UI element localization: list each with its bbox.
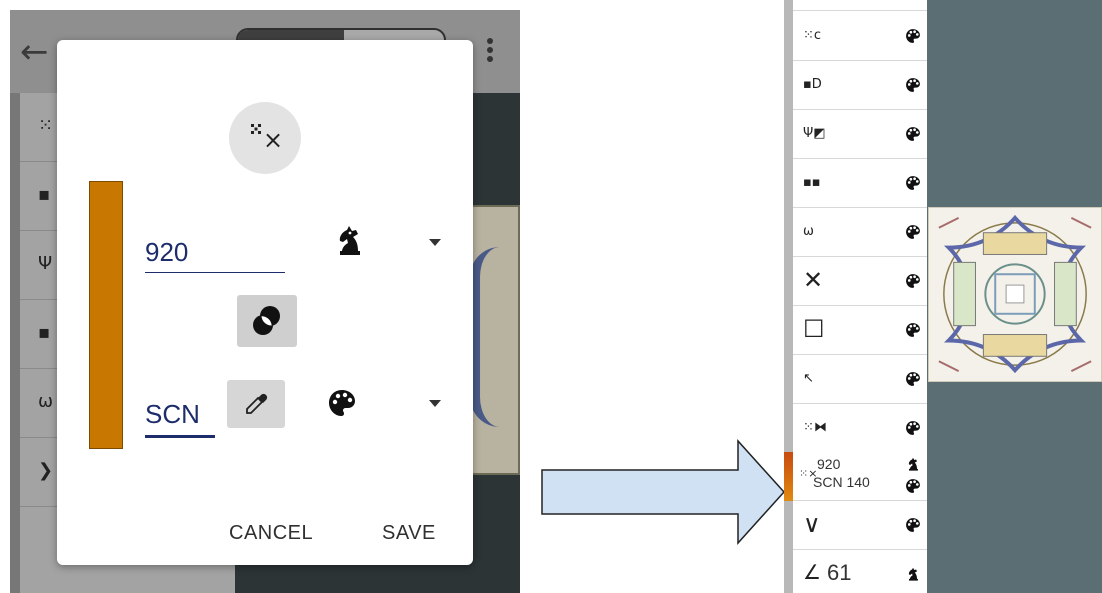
list-item[interactable]: ✕ (793, 257, 927, 306)
palette-icon[interactable] (327, 388, 357, 418)
palette-icon[interactable] (905, 77, 921, 93)
pattern-symbol-icon: × (229, 102, 301, 174)
row-glyph: ⁙ (38, 115, 54, 136)
list-item[interactable]: ▪▪ (793, 159, 927, 208)
edit-dialog: × 920 SCN CANCEL SAVE (57, 40, 473, 565)
row-glyph: ∨ (803, 510, 821, 538)
palette-icon[interactable] (905, 175, 921, 191)
knight-icon[interactable] (905, 456, 921, 472)
list-item[interactable]: Ψ◩ (793, 110, 927, 159)
palette-icon[interactable] (905, 371, 921, 387)
back-arrow-icon[interactable]: ← (20, 32, 60, 72)
row-glyph: ↖ (803, 371, 814, 386)
row-number: 61 (827, 560, 852, 585)
row-glyph: ⁙⧓ (803, 420, 827, 435)
row-glyph: ω (38, 391, 54, 412)
save-button[interactable]: SAVE (382, 522, 436, 545)
list-item[interactable]: ∨ (793, 501, 927, 550)
eyedropper-button[interactable] (227, 380, 285, 428)
row-glyph: ☐ (803, 315, 825, 343)
screenshot-stage: ← Edit ⁙ ▪ Ψ ▪ ω ❯ × (0, 0, 1102, 593)
row-glyph: Ψ (38, 253, 53, 274)
blend-button[interactable] (237, 295, 297, 347)
dot-pattern-icon (251, 124, 261, 134)
blend-icon (253, 306, 280, 335)
row-glyph: ▪D (803, 77, 822, 92)
palette-icon[interactable] (905, 28, 921, 44)
cross-icon: × (263, 126, 284, 154)
knight-icon[interactable] (331, 222, 367, 258)
palette-icon[interactable] (905, 126, 921, 142)
more-options-icon[interactable] (482, 35, 498, 71)
chevron-down-icon[interactable] (429, 239, 441, 246)
list-item[interactable]: ∠ 61 (793, 550, 927, 593)
chevron-down-icon[interactable] (429, 400, 441, 407)
row-code: SCN 140 (813, 474, 870, 490)
color-swatch[interactable] (89, 181, 123, 449)
selected-list-item[interactable]: 920 ⁙× SCN 140 (793, 452, 927, 501)
row-glyph: ❯ (38, 460, 54, 481)
row-glyph: ω (803, 224, 814, 239)
list-item[interactable] (793, 0, 927, 11)
row-glyph: ▪ (38, 322, 51, 343)
pattern-preview (928, 207, 1102, 382)
code-field[interactable]: SCN (145, 396, 215, 438)
list-item[interactable]: ▪D (793, 61, 927, 110)
list-item[interactable]: ⁙c (793, 12, 927, 61)
palette-icon[interactable] (905, 224, 921, 240)
number-field[interactable]: 920 (145, 235, 285, 273)
right-screen: ⁙c ▪D Ψ◩ ▪▪ ω ✕ ☐ ↖ ⁙⧓ 920 ⁙× SCN 140 ∨ … (784, 0, 1102, 593)
left-screen: ← Edit ⁙ ▪ Ψ ▪ ω ❯ × (10, 10, 520, 593)
cancel-button[interactable]: CANCEL (229, 522, 313, 545)
row-glyph: ▪ (38, 184, 51, 205)
mandala-image (938, 214, 1092, 374)
list-item[interactable]: ⁙⧓ (793, 404, 927, 453)
row-glyph: Ψ◩ (803, 126, 826, 141)
row-glyph: ✕ (803, 266, 824, 294)
transition-arrow-icon (541, 439, 786, 545)
knight-icon[interactable] (905, 566, 921, 582)
angle-icon: ∠ (803, 560, 821, 584)
palette-icon[interactable] (905, 322, 921, 338)
selected-row-indicator (784, 452, 793, 501)
list-item[interactable]: ↖ (793, 355, 927, 404)
palette-icon[interactable] (905, 517, 921, 533)
row-glyph: ⁙c (803, 28, 822, 43)
palette-icon[interactable] (905, 273, 921, 289)
row-glyph: ▪▪ (803, 175, 821, 190)
list-item[interactable]: ☐ (793, 306, 927, 355)
row-number: 920 (817, 456, 841, 472)
list-item[interactable]: ω (793, 208, 927, 257)
palette-icon[interactable] (905, 478, 921, 494)
palette-icon[interactable] (905, 420, 921, 436)
eyedropper-icon (246, 393, 268, 414)
